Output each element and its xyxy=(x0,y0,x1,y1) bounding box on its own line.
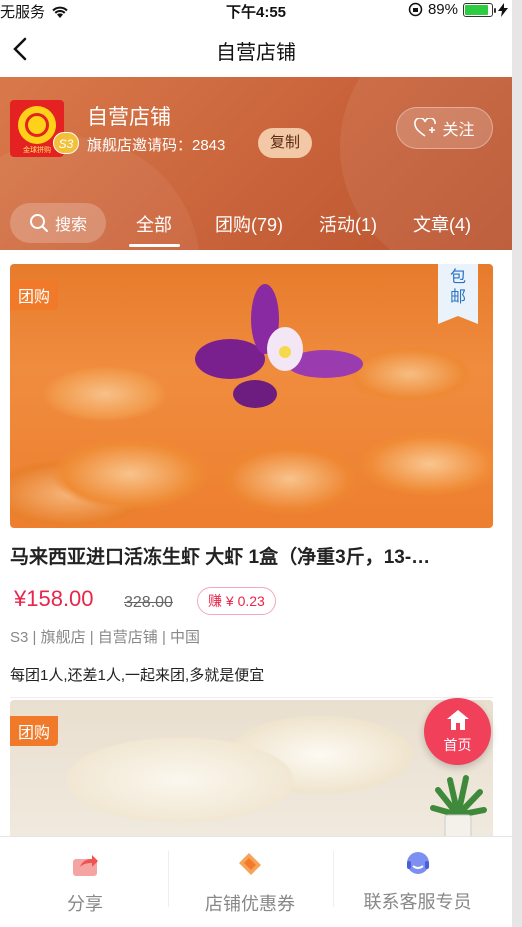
earn-badge: 赚 ¥ 0.23 xyxy=(197,587,276,615)
follow-button[interactable]: 关注 xyxy=(396,107,493,149)
group-buy-description: 每团1人,还差1人,一起来团,多就是便宜 xyxy=(10,667,265,684)
charging-icon xyxy=(498,2,508,17)
tab-activity[interactable]: 活动(1) xyxy=(319,211,377,237)
headset-icon xyxy=(406,852,429,874)
tab-active-indicator xyxy=(129,244,180,247)
customer-service-button[interactable]: 联系客服专员 xyxy=(355,849,480,914)
tab-group-buy[interactable]: 团购(79) xyxy=(215,211,283,237)
separator xyxy=(333,851,334,907)
shop-header: 金球拼购 S3 自营店铺 旗舰店邀请码：2843 复制 关注 搜索 全部 团购(… xyxy=(0,77,512,250)
bottom-action-bar: 分享 店铺优惠券 联系客服专员 xyxy=(0,836,512,927)
tab-articles[interactable]: 文章(4) xyxy=(413,211,471,237)
page-title: 自营店铺 xyxy=(216,42,296,64)
customer-service-label: 联系客服专员 xyxy=(363,892,472,912)
orientation-lock-icon xyxy=(408,2,423,17)
shop-search-button[interactable]: 搜索 xyxy=(10,203,106,243)
battery-percent: 89% xyxy=(427,1,458,18)
divider xyxy=(10,697,493,698)
search-label: 搜索 xyxy=(54,217,87,234)
follow-label: 关注 xyxy=(442,122,475,139)
product-image[interactable]: 团购 包 邮 xyxy=(10,264,493,528)
share-button[interactable]: 分享 xyxy=(50,849,120,916)
battery-icon xyxy=(463,2,496,17)
home-label: 首页 xyxy=(443,737,472,753)
group-buy-tag: 团购 xyxy=(10,280,59,310)
separator xyxy=(168,851,169,907)
search-icon xyxy=(29,214,48,232)
product-meta: S3 | 旗舰店 | 自营店铺 | 中国 xyxy=(10,629,201,646)
home-button[interactable]: 首页 xyxy=(424,698,491,765)
heart-plus-icon xyxy=(414,118,437,137)
home-icon xyxy=(446,710,469,730)
product-title[interactable]: 马来西亚进口活冻生虾 大虾 1盒（净重3斤，13-… xyxy=(10,542,493,569)
screen-edge xyxy=(512,0,522,927)
group-buy-tag: 团购 xyxy=(10,716,59,746)
free-shipping-badge: 包 邮 xyxy=(438,264,478,324)
product-image[interactable]: 团购 xyxy=(10,700,493,836)
copy-button[interactable]: 复制 xyxy=(258,128,312,158)
nav-bar: 自营店铺 xyxy=(0,22,512,77)
coupon-button[interactable]: 店铺优惠券 xyxy=(200,849,300,916)
coupon-label: 店铺优惠券 xyxy=(205,894,295,914)
invite-code: 旗舰店邀请码：2843 xyxy=(87,137,226,154)
plant-decoration xyxy=(430,775,487,836)
share-label: 分享 xyxy=(67,894,103,914)
product-price: ¥158.00 xyxy=(14,586,94,611)
level-badge: S3 xyxy=(53,132,79,154)
orchid-garnish xyxy=(195,284,363,408)
tab-all[interactable]: 全部 xyxy=(136,211,172,237)
status-bar: 无服务 下午4:55 89% xyxy=(0,0,512,22)
shop-name: 自营店铺 xyxy=(87,106,171,129)
original-price: 328.00 xyxy=(124,594,173,611)
share-icon xyxy=(73,855,98,876)
coupon-icon xyxy=(239,853,261,875)
